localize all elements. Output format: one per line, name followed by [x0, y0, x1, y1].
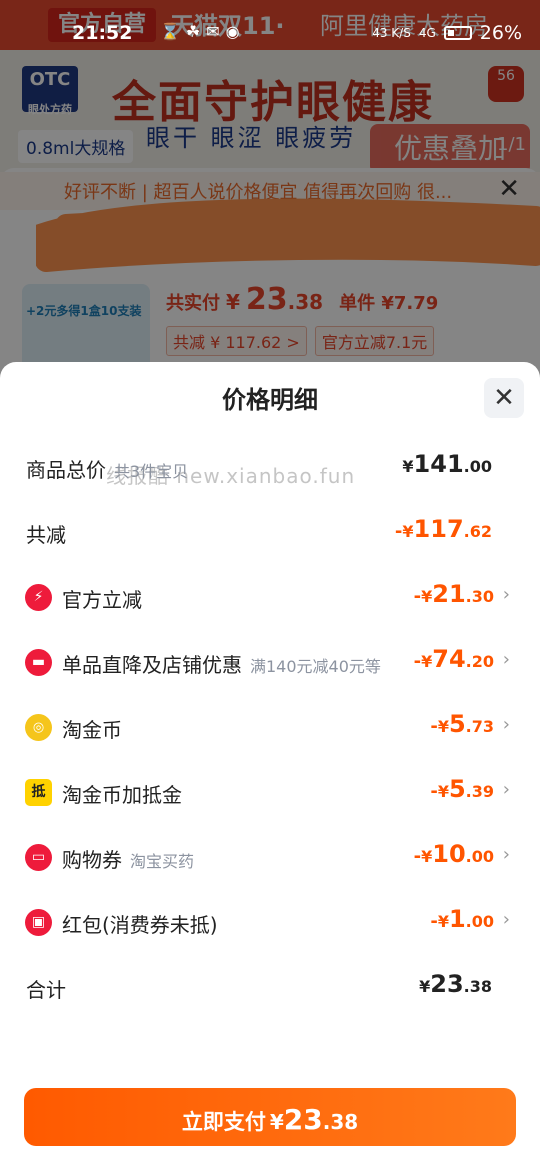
battery-level: 26%	[479, 22, 522, 44]
row-label: 淘金币加抵金	[62, 783, 182, 807]
chevron-right-icon: ›	[502, 649, 510, 670]
sheet-title: 价格明细	[222, 386, 318, 414]
background-page: 官方自营 天猫双11· 阿里健康大药房 OTC 眼处方药 全面守护眼健康 眼干 眼…	[0, 0, 540, 380]
row-label: 红包(消费券未抵)	[62, 913, 218, 937]
row-store-discount[interactable]: ▬ 单品直降及店铺优惠 满140元减40元等 - ¥74.20 ›	[0, 639, 540, 685]
row-sublabel: 满140元减40元等	[250, 657, 381, 676]
price-detail-sheet: 价格明细 ✕ 线报酷 new.xianbao.fun 商品总价 共3件宝贝 ¥14…	[0, 362, 540, 1170]
row-amount: ¥141.00	[402, 450, 492, 478]
row-red-packet[interactable]: ▣ 红包(消费券未抵) - ¥1.00 ›	[0, 899, 540, 945]
chevron-right-icon: ›	[502, 909, 510, 930]
row-amount: - ¥117.62	[394, 515, 492, 543]
row-label: 购物券 淘宝买药	[62, 848, 195, 872]
row-official-reduction[interactable]: ⚡ 官方立减 - ¥21.30 ›	[0, 574, 540, 620]
close-button[interactable]: ✕	[484, 378, 524, 418]
chevron-right-icon: ›	[502, 714, 510, 735]
pay-now-button[interactable]: 立即支付 ¥ 23 .38	[24, 1088, 516, 1146]
store-icon: ▬	[25, 649, 52, 676]
row-amount: - ¥74.20	[413, 645, 494, 673]
chevron-right-icon: ›	[502, 779, 510, 800]
pay-integer: 23	[283, 1103, 323, 1136]
clock: 21:52	[72, 22, 133, 44]
row-label: 淘金币	[62, 718, 122, 742]
status-indicators: 43 K/S 4G 26%	[372, 22, 522, 44]
coupon-icon: ▭	[25, 844, 52, 871]
row-amount: - ¥10.00	[413, 840, 494, 868]
battery-icon	[443, 26, 472, 40]
red-packet-icon: ▣	[25, 909, 52, 936]
row-amount: - ¥21.30	[413, 580, 494, 608]
row-label: 单品直降及店铺优惠 满140元减40元等	[62, 653, 381, 677]
row-shopping-coupon[interactable]: ▭ 购物券 淘宝买药 - ¥10.00 ›	[0, 834, 540, 880]
network-speed: 43 K/S	[372, 26, 411, 40]
row-sublabel: 淘宝买药	[130, 852, 195, 871]
chevron-right-icon: ›	[502, 844, 510, 865]
lightning-icon: ⚡	[25, 584, 52, 611]
pay-decimal: .38	[322, 1110, 359, 1134]
row-total-price: 商品总价 共3件宝贝 ¥141.00	[0, 444, 540, 490]
row-taobao-coin[interactable]: ◎ 淘金币 - ¥5.73 ›	[0, 704, 540, 750]
status-bar: 21:52 ⌛☘✉◉ 43 K/S 4G 26%	[0, 0, 540, 64]
notification-icons: ⌛☘✉◉	[160, 22, 246, 41]
row-label: 商品总价 共3件宝贝	[26, 458, 189, 482]
deduction-icon: 抵	[25, 779, 52, 806]
row-total-reduction: 共减 - ¥117.62	[0, 509, 540, 555]
close-icon: ✕	[493, 383, 515, 413]
row-coin-deduction[interactable]: 抵 淘金币加抵金 - ¥5.39 ›	[0, 769, 540, 815]
signal-icon: 4G	[418, 26, 436, 40]
row-amount: ¥23.38	[419, 970, 492, 998]
gold-coin-icon: ◎	[25, 714, 52, 741]
row-label: 合计	[26, 978, 66, 1002]
row-label: 共减	[26, 523, 66, 547]
pay-label: 立即支付	[181, 1110, 266, 1134]
row-amount: - ¥5.73	[430, 710, 494, 738]
row-label: 官方立减	[62, 588, 142, 612]
row-amount: - ¥5.39	[430, 775, 494, 803]
row-grand-total: 合计 ¥23.38	[0, 964, 540, 1010]
pay-currency: ¥	[269, 1110, 284, 1134]
chevron-right-icon: ›	[502, 584, 510, 605]
row-sublabel: 共3件宝贝	[114, 462, 189, 481]
row-amount: - ¥1.00	[430, 905, 494, 933]
